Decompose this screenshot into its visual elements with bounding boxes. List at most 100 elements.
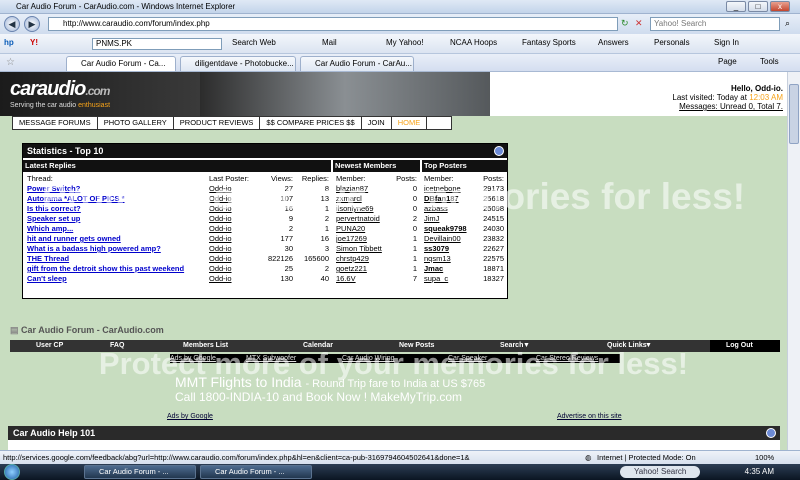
last-poster-link[interactable]: Odd-io — [209, 254, 259, 264]
messages-link[interactable]: Messages: Unread 0, Total 7. — [672, 102, 783, 111]
ad-title-rest: - Round Trip fare to India at US $765 — [305, 378, 486, 390]
taskbar-item-1[interactable]: Car Audio Forum - ... — [84, 465, 196, 479]
forward-button[interactable]: ▶ — [24, 16, 40, 32]
my-yahoo-button[interactable]: My Yahoo! — [386, 38, 424, 47]
ad-headline[interactable]: MMT Flights to India - Round Trip fare t… — [175, 374, 485, 390]
ncaa-hoops-button[interactable]: NCAA Hoops — [450, 38, 497, 47]
thread-link[interactable]: hit and runner gets owned — [27, 234, 209, 244]
last-poster-link[interactable]: Odd-io — [209, 244, 259, 254]
member-link[interactable]: 16.6V — [336, 274, 391, 284]
status-bar: http://services.google.com/feedback/abg?… — [0, 450, 800, 464]
top-poster-posts: 22575 — [483, 254, 504, 263]
page-content: caraudio.com Serving the car audio enthu… — [0, 72, 787, 450]
views-count: 822126 — [267, 254, 293, 263]
back-button[interactable]: ◀ — [4, 16, 20, 32]
greeting: Hello, Odd-io. — [731, 84, 783, 93]
windows-taskbar: Car Audio Forum - ... Car Audio Forum - … — [0, 464, 800, 480]
tab-car-audio-2[interactable]: Car Audio Forum - CarAu... — [300, 56, 414, 71]
thread-link[interactable]: gift from the detroit show this past wee… — [27, 264, 209, 274]
help-collapse-icon[interactable] — [766, 428, 776, 438]
member-posts: 7 — [412, 274, 417, 283]
yahoo-logo-icon[interactable]: Y! — [30, 38, 38, 47]
ad-line-2[interactable]: Call 1800-INDIA-10 and Book Now ! MakeMy… — [175, 390, 462, 404]
member-link[interactable]: PUNA20 — [336, 224, 391, 234]
member-posts: 1 — [412, 264, 417, 273]
security-zone[interactable]: Internet | Protected Mode: On — [597, 451, 696, 464]
tab-photobucket[interactable]: diligentdave - Photobucke... — [180, 56, 296, 71]
watermark-overlay: Protect more of your memories for less! — [41, 176, 746, 217]
views-count: 30 — [284, 244, 293, 253]
menu-message-forums[interactable]: MESSAGE FORUMS — [13, 117, 98, 129]
yahoo-search-input[interactable]: PNMS.PK — [92, 38, 222, 50]
last-poster-link[interactable]: Odd-io — [209, 224, 259, 234]
member-link[interactable]: Simon Tibbett — [336, 244, 391, 254]
scroll-thumb[interactable] — [789, 84, 799, 144]
top-poster-link[interactable]: squeak9798 — [424, 224, 474, 234]
statistics-header: Statistics - Top 10 — [23, 144, 507, 158]
views-count: 177 — [280, 234, 293, 243]
last-poster-link[interactable]: Odd-io — [209, 234, 259, 244]
menu-join[interactable]: JOIN — [362, 117, 392, 129]
zoom-level[interactable]: 100% — [755, 451, 774, 464]
maximize-button[interactable]: □ — [748, 1, 768, 12]
collapse-icon[interactable] — [494, 146, 504, 156]
member-posts: 1 — [412, 244, 417, 253]
sign-in-button[interactable]: Sign In — [714, 38, 739, 47]
globe-icon: ◍ — [585, 453, 592, 462]
refresh-icon[interactable]: ↻ — [621, 18, 629, 29]
thread-link[interactable]: Can't sleep — [27, 274, 209, 284]
stop-icon[interactable]: ✕ — [635, 18, 643, 29]
member-link[interactable]: goetz221 — [336, 264, 391, 274]
window-titlebar: Car Audio Forum - CarAudio.com - Windows… — [0, 0, 800, 14]
site-logo[interactable]: caraudio.com Serving the car audio enthu… — [0, 72, 200, 116]
clock[interactable]: 4:35 AM — [745, 467, 774, 476]
page-scrollbar[interactable] — [787, 72, 800, 450]
status-url: http://services.google.com/feedback/abg?… — [3, 453, 470, 462]
last-poster-link[interactable]: Odd-io — [209, 274, 259, 284]
member-link[interactable]: chrstp429 — [336, 254, 391, 264]
answers-button[interactable]: Answers — [598, 38, 629, 47]
search-icon[interactable]: ⌕ — [785, 18, 790, 29]
search-web-button[interactable]: Search Web — [232, 38, 276, 47]
close-window-button[interactable]: x — [770, 1, 790, 12]
advertise-link[interactable]: Advertise on this site — [557, 413, 622, 420]
browser-search-input[interactable]: Yahoo! Search — [650, 17, 780, 31]
newest-members-header: Newest Members — [333, 160, 420, 172]
top-poster-link[interactable]: Jmac — [424, 264, 474, 274]
page-menu[interactable]: Page — [718, 57, 737, 66]
tools-menu[interactable]: Tools — [760, 57, 779, 66]
header-car-image — [200, 72, 490, 116]
thread-link[interactable]: Which amp... — [27, 224, 209, 234]
member-link[interactable]: joe17269 — [336, 234, 391, 244]
top-poster-link[interactable]: Devillain00 — [424, 234, 474, 244]
statistics-panel: Statistics - Top 10 Latest Replies Newes… — [22, 143, 508, 299]
top-poster-link[interactable]: ss3079 — [424, 244, 474, 254]
yahoo-toolbar: hp Y! PNMS.PK Search Web Mail My Yahoo! … — [0, 34, 800, 54]
replies-count: 3 — [324, 244, 329, 253]
last-visited-time: 12:03 AM — [749, 93, 783, 102]
menu-compare-prices[interactable]: $$ COMPARE PRICES $$ — [260, 117, 362, 129]
favorites-star-icon[interactable]: ☆ — [6, 57, 15, 68]
menu-home[interactable]: HOME — [392, 117, 428, 129]
last-poster-link[interactable]: Odd-io — [209, 264, 259, 274]
taskbar-item-2[interactable]: Car Audio Forum - ... — [200, 465, 312, 479]
menu-photo-gallery[interactable]: PHOTO GALLERY — [98, 117, 174, 129]
ads-by-google-link[interactable]: Ads by Google — [167, 413, 213, 420]
tab-car-audio-1[interactable]: Car Audio Forum - Ca... — [66, 56, 176, 71]
replies-count: 165600 — [303, 254, 329, 263]
views-count: 25 — [284, 264, 293, 273]
fantasy-sports-button[interactable]: Fantasy Sports — [522, 38, 576, 47]
mail-button[interactable]: Mail — [322, 38, 337, 47]
thread-link[interactable]: What is a badass high powered amp? — [27, 244, 209, 254]
ad-title[interactable]: MMT Flights to India — [175, 374, 302, 390]
personals-button[interactable]: Personals — [654, 38, 690, 47]
minimize-button[interactable]: _ — [726, 1, 746, 12]
site-menu: MESSAGE FORUMS PHOTO GALLERY PRODUCT REV… — [12, 116, 452, 130]
address-input[interactable]: http://www.caraudio.com/forum/index.php — [48, 17, 618, 31]
taskbar-yahoo-search[interactable]: Yahoo! Search — [620, 466, 700, 478]
top-poster-link[interactable]: supa_c — [424, 274, 474, 284]
thread-link[interactable]: THE Thread — [27, 254, 209, 264]
top-poster-link[interactable]: nqsm13 — [424, 254, 474, 264]
menu-product-reviews[interactable]: PRODUCT REVIEWS — [174, 117, 261, 129]
start-button[interactable] — [4, 464, 20, 480]
